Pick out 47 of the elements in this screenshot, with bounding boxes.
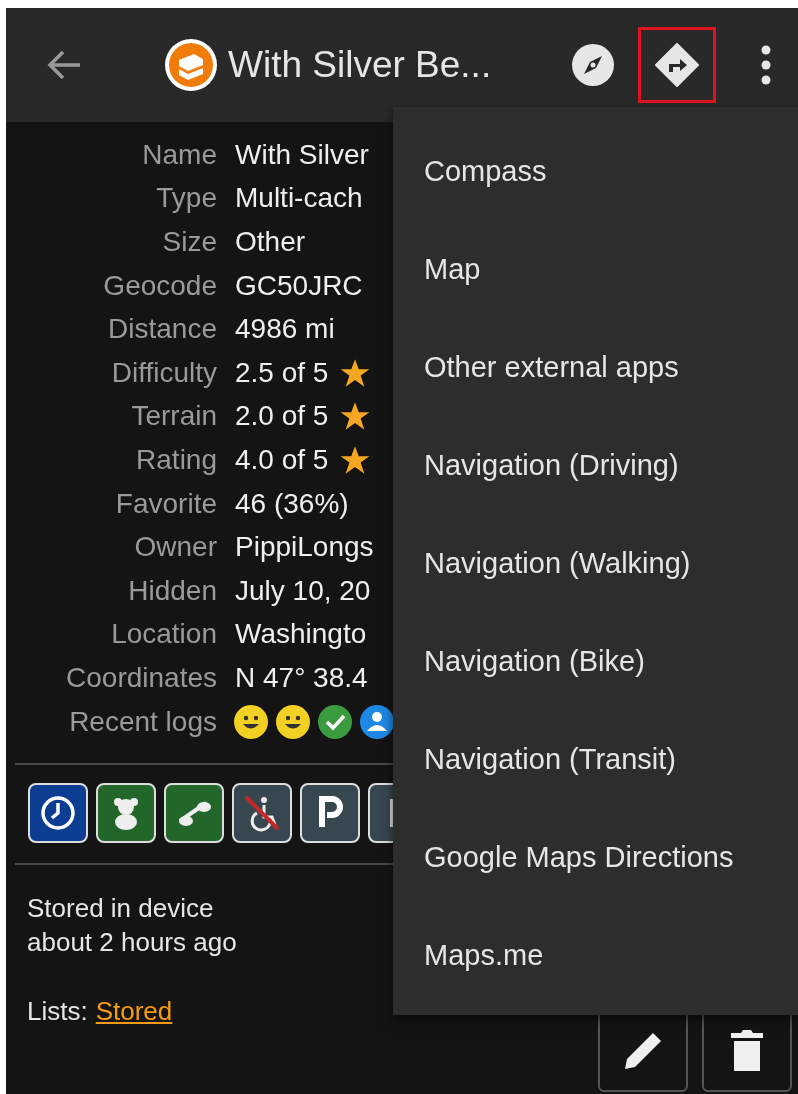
- list-link[interactable]: Stored: [95, 994, 173, 1029]
- detail-label: Recent logs: [68, 705, 217, 738]
- directions-icon: [655, 43, 699, 87]
- detail-value: 2.0 of 5: [235, 400, 329, 433]
- cache-type-icon: [164, 38, 218, 92]
- detail-value: GC50JRC: [235, 269, 363, 302]
- detail-value: Washingto: [235, 618, 367, 651]
- detail-label: Coordinates: [65, 661, 217, 694]
- menu-item[interactable]: Map: [393, 220, 798, 318]
- detail-label: Hidden: [127, 574, 217, 607]
- menu-item[interactable]: Maps.me: [393, 906, 798, 1004]
- detail-value: With Silver: [235, 138, 369, 171]
- detail-label: Location: [110, 618, 217, 651]
- storage-status: Stored in device: [27, 892, 215, 926]
- star-icon: [340, 401, 371, 432]
- menu-item[interactable]: Navigation (Walking): [393, 514, 798, 612]
- detail-label: Distance: [107, 313, 217, 346]
- detail-value: 4.0 of 5: [235, 443, 329, 476]
- detail-value: 46 (36%): [235, 487, 349, 520]
- menu-item[interactable]: Other external apps: [393, 318, 798, 416]
- lists-label: Lists:: [27, 995, 88, 1029]
- detail-label: Size: [161, 226, 217, 258]
- screen-title: With Silver Be...: [228, 44, 492, 86]
- menu-item[interactable]: Navigation (Driving): [393, 416, 798, 514]
- detail-value: July 10, 20: [235, 574, 371, 607]
- menu-item[interactable]: Google Maps Directions: [393, 808, 798, 906]
- detail-label: Name: [141, 138, 217, 171]
- menu-item[interactable]: Navigation (Transit): [393, 710, 798, 808]
- detail-value: Other: [235, 226, 306, 258]
- detail-label: Geocode: [102, 269, 217, 302]
- detail-value: N 47° 38.4: [235, 661, 368, 694]
- detail-value: PippiLongs: [235, 531, 374, 564]
- menu-item[interactable]: Navigation (Bike): [393, 612, 798, 710]
- detail-label: Difficulty: [110, 356, 217, 389]
- detail-label: Rating: [135, 443, 217, 476]
- compass-icon: [571, 43, 615, 87]
- menu-item[interactable]: Compass: [393, 122, 798, 220]
- detail-label: Type: [155, 182, 217, 215]
- detail-value: 4986 mi: [235, 313, 335, 346]
- detail-label: Owner: [133, 531, 217, 564]
- directions-button[interactable]: [638, 27, 716, 103]
- detail-value: 2.5 of 5: [235, 356, 329, 389]
- storage-time: about 2 hours ago: [27, 926, 238, 960]
- detail-label: Terrain: [130, 400, 217, 433]
- more-menu-icon: [761, 45, 771, 85]
- detail-label: Favorite: [114, 487, 217, 520]
- detail-value: Multi-cach: [235, 182, 363, 215]
